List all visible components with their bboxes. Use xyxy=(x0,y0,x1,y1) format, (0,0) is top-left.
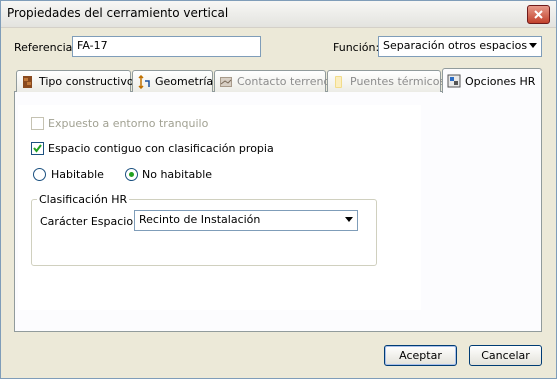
caracter-espacio-label: Carácter Espacio: xyxy=(40,215,137,228)
clasificacion-hr-title: Clasificación HR xyxy=(37,193,130,206)
funcion-value: Separación otros espacios xyxy=(383,39,528,52)
no-habitable-label: No habitable xyxy=(142,168,213,181)
window-title: Propiedades del cerramiento vertical xyxy=(7,6,229,20)
tab-contacto-terreno[interactable]: Contacto terreno xyxy=(214,70,330,92)
close-button[interactable] xyxy=(527,5,550,24)
referencia-input[interactable]: FA-17 xyxy=(72,36,261,57)
tab-geometria[interactable]: Geometría xyxy=(132,70,213,92)
title-bar[interactable]: Propiedades del cerramiento vertical xyxy=(1,1,556,28)
caracter-espacio-value: Recinto de Instalación xyxy=(139,213,261,226)
tab-puentes-termicos[interactable]: Puentes térmicos xyxy=(327,70,445,92)
dialog-window: Propiedades del cerramiento vertical Ref… xyxy=(0,0,557,379)
espacio-contiguo-checkbox[interactable] xyxy=(31,142,44,155)
chevron-down-icon xyxy=(529,43,537,48)
dimensions-icon xyxy=(138,74,150,89)
funcion-label: Función: xyxy=(333,41,380,54)
terrain-icon xyxy=(220,76,232,87)
tab-label: Geometría xyxy=(155,75,214,88)
espacio-contiguo-label: Espacio contiguo con clasificación propi… xyxy=(48,142,274,155)
accept-label: Aceptar xyxy=(399,349,442,362)
referencia-value: FA-17 xyxy=(77,39,108,52)
expuesto-checkbox[interactable] xyxy=(31,117,44,130)
tab-opciones-hr[interactable]: Opciones HR xyxy=(442,68,542,93)
caracter-espacio-select[interactable]: Recinto de Instalación xyxy=(134,210,358,231)
tab-label: Tipo constructivo xyxy=(39,75,134,88)
tab-label: Opciones HR xyxy=(465,74,536,88)
close-icon xyxy=(534,10,543,19)
hr-options-icon xyxy=(447,74,461,88)
referencia-label: Referencia: xyxy=(14,41,77,54)
no-habitable-radio[interactable] xyxy=(125,168,138,181)
accept-button[interactable]: Aceptar xyxy=(384,345,457,366)
wall-icon xyxy=(23,75,32,88)
tab-label: Contacto terreno xyxy=(237,75,331,88)
cancel-label: Cancelar xyxy=(481,349,530,362)
thermal-bridge-icon xyxy=(335,75,342,88)
tab-tipo-constructivo[interactable]: Tipo constructivo xyxy=(16,70,134,92)
habitable-label: Habitable xyxy=(51,168,104,181)
cancel-button[interactable]: Cancelar xyxy=(469,345,542,366)
chevron-down-icon xyxy=(345,217,353,222)
tab-label: Puentes térmicos xyxy=(350,75,446,88)
checkmark-icon xyxy=(33,144,42,153)
expuesto-label: Expuesto a entorno tranquilo xyxy=(48,117,209,130)
habitable-radio[interactable] xyxy=(33,168,46,181)
funcion-select[interactable]: Separación otros espacios xyxy=(378,36,542,57)
radio-selected-dot xyxy=(129,172,134,177)
